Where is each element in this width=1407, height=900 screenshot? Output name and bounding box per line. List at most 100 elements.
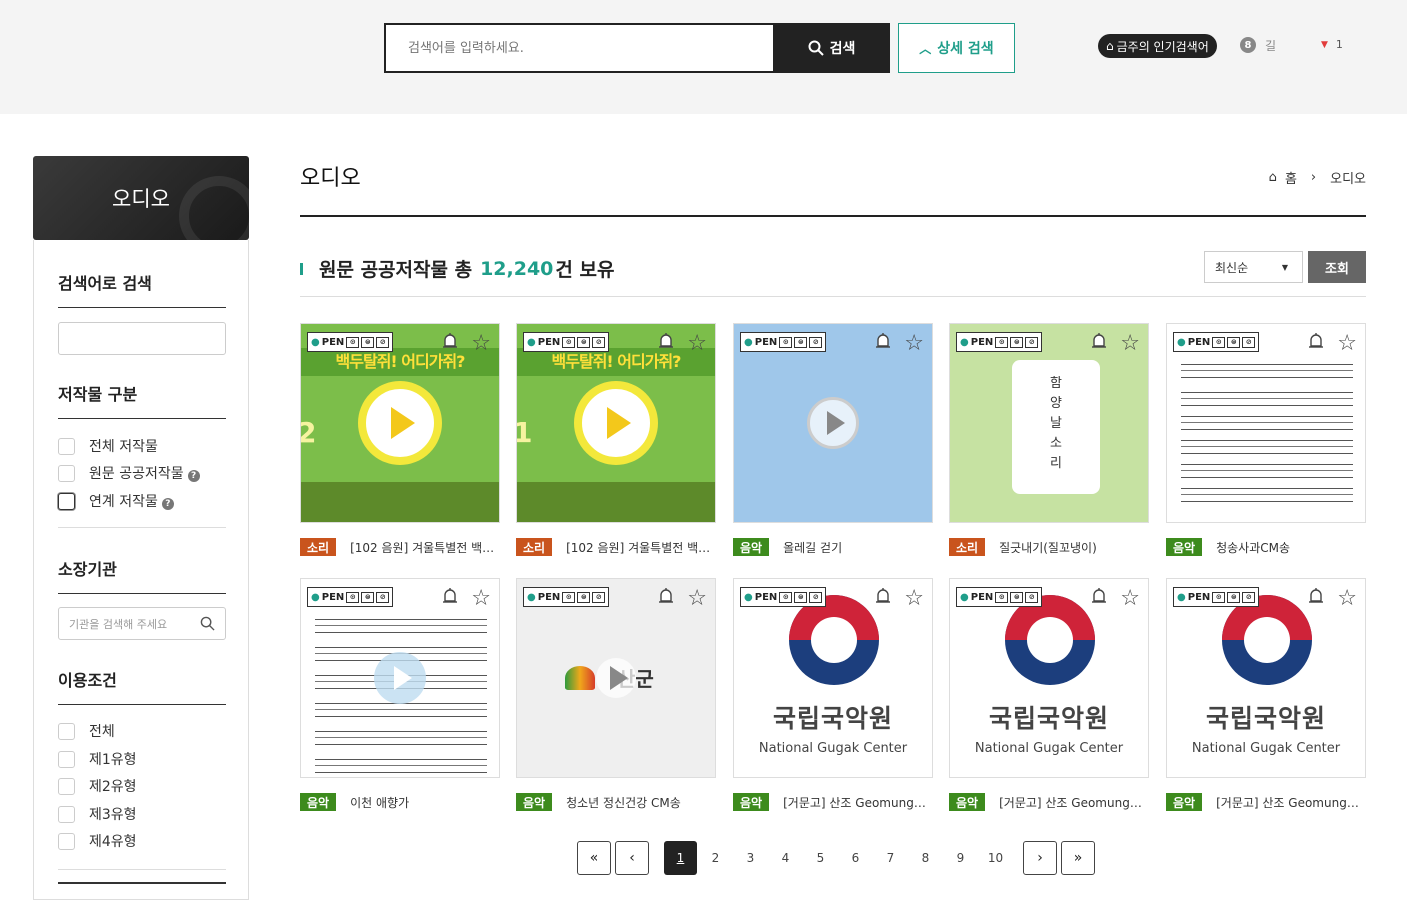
bell-icon[interactable] bbox=[874, 332, 892, 356]
bell-icon[interactable] bbox=[657, 587, 675, 611]
work-type-original[interactable]: 원문 공공저작물? bbox=[58, 463, 200, 483]
bell-icon[interactable] bbox=[1307, 587, 1325, 611]
checkbox[interactable] bbox=[58, 492, 75, 510]
card-title[interactable]: [거문고] 산조 Geomungo Sanjo bbox=[999, 794, 1149, 811]
usage-type3[interactable]: 제3유형 bbox=[58, 804, 137, 824]
thumbnail[interactable]: 국립국악원 National Gugak Center ● PEN ⊙ ⊜ ⊘ ☆ bbox=[1166, 578, 1366, 778]
checkbox[interactable] bbox=[58, 777, 75, 795]
star-icon[interactable]: ☆ bbox=[904, 331, 924, 356]
star-icon[interactable]: ☆ bbox=[1337, 331, 1357, 356]
bell-icon[interactable] bbox=[874, 587, 892, 611]
home-icon[interactable]: ⌂ bbox=[1269, 170, 1277, 185]
work-type-linked[interactable]: 연계 저작물? bbox=[58, 491, 174, 511]
audio-card[interactable]: 국립국악원 National Gugak Center ● PEN ⊙ ⊜ ⊘ ☆ 음악… bbox=[949, 578, 1149, 811]
usage-all[interactable]: 전체 bbox=[58, 721, 115, 741]
checkbox[interactable] bbox=[58, 832, 75, 850]
last-page-button[interactable]: » bbox=[1061, 841, 1095, 875]
usage-type2[interactable]: 제2유형 bbox=[58, 776, 137, 796]
usage-type4[interactable]: 제4유형 bbox=[58, 831, 137, 851]
checkbox[interactable] bbox=[58, 750, 75, 768]
next-page-button[interactable]: › bbox=[1023, 841, 1057, 875]
card-title[interactable]: 올레길 걷기 bbox=[783, 539, 933, 556]
thumbnail[interactable]: ● PEN ⊙ ⊜ ⊘ ☆ bbox=[733, 323, 933, 523]
checkbox[interactable] bbox=[58, 722, 75, 740]
bell-icon[interactable] bbox=[441, 332, 459, 356]
first-page-button[interactable]: « bbox=[577, 841, 611, 875]
card-title[interactable]: 청소년 정신건강 CM송 bbox=[566, 794, 716, 811]
page-4[interactable]: 4 bbox=[768, 851, 803, 865]
play-icon[interactable] bbox=[358, 381, 442, 465]
thumbnail[interactable]: 국립국악원 National Gugak Center ● PEN ⊙ ⊜ ⊘ ☆ bbox=[733, 578, 933, 778]
card-title[interactable]: [거문고] 산조 Geomungo Sanjo bbox=[1216, 794, 1366, 811]
audio-card[interactable]: 국립국악원 National Gugak Center ● PEN ⊙ ⊜ ⊘ ☆ 음악… bbox=[733, 578, 933, 811]
prev-page-button[interactable]: ‹ bbox=[615, 841, 649, 875]
thumbnail[interactable]: 국립국악원 National Gugak Center ● PEN ⊙ ⊜ ⊘ ☆ bbox=[949, 578, 1149, 778]
checkbox[interactable] bbox=[58, 464, 75, 482]
search-input[interactable] bbox=[386, 25, 774, 71]
page-8[interactable]: 8 bbox=[908, 851, 943, 865]
search-button[interactable]: 검색 bbox=[773, 23, 890, 73]
play-icon[interactable] bbox=[374, 652, 426, 704]
audio-card[interactable]: 국립국악원 National Gugak Center ● PEN ⊙ ⊜ ⊘ ☆ 음악… bbox=[1166, 578, 1366, 811]
star-icon[interactable]: ☆ bbox=[687, 331, 707, 356]
thumbnail[interactable]: ● PEN ⊙ ⊜ ⊘ ☆ bbox=[300, 578, 500, 778]
page-3[interactable]: 3 bbox=[733, 851, 768, 865]
help-icon[interactable]: ? bbox=[187, 470, 200, 482]
search-icon[interactable] bbox=[200, 616, 215, 631]
thumbnail[interactable]: 산군 ●PEN ⊙⊜⊘☆ bbox=[516, 578, 716, 778]
thumbnail[interactable]: ● PEN ⊙ ⊜ ⊘ ☆ bbox=[1166, 323, 1366, 523]
bell-icon[interactable] bbox=[657, 332, 675, 356]
card-title[interactable]: [102 음원] 겨울특별전 백두탈쥐! 어디가쥐? 왈쥐 bbox=[566, 539, 716, 556]
card-title[interactable]: 청송사과CM송 bbox=[1216, 539, 1366, 556]
audio-card[interactable]: 백두탈쥐! 어디가쥐? 1 ●PEN ⊙⊜⊘ ☆ 소리 [102 음원] 겨울특별전… bbox=[516, 323, 716, 556]
page-9[interactable]: 9 bbox=[943, 851, 978, 865]
audio-card[interactable]: 산군 ●PEN ⊙⊜⊘☆ 음악청소년 정신건강 CM송 bbox=[516, 578, 716, 811]
card-title[interactable]: 이천 애향가 bbox=[350, 794, 500, 811]
audio-card[interactable]: ● PEN ⊙ ⊜ ⊘ ☆ 음악 이천 애향가 bbox=[300, 578, 500, 811]
thumbnail[interactable]: 함 양 날 소 리 ● PEN ⊙ ⊜ ⊘ ☆ bbox=[949, 323, 1149, 523]
bell-icon[interactable] bbox=[1090, 332, 1108, 356]
work-type-all[interactable]: 전체 저작물 bbox=[58, 436, 158, 456]
thumbnail[interactable]: 백두탈쥐! 어디가쥐? 1 ●PEN ⊙⊜⊘ ☆ bbox=[516, 323, 716, 523]
bell-icon[interactable] bbox=[441, 587, 459, 611]
page-2[interactable]: 2 bbox=[698, 851, 733, 865]
help-icon[interactable]: ? bbox=[161, 498, 174, 510]
audio-card[interactable]: ● PEN ⊙ ⊜ ⊘ ☆ 음악 청송사과CM송 bbox=[1166, 323, 1366, 556]
checkbox[interactable] bbox=[58, 437, 75, 455]
page-10[interactable]: 10 bbox=[978, 851, 1013, 865]
card-title[interactable]: [102 음원] 겨울특별전 백두탈쥐! 어디가쥐? 서쥐 bbox=[350, 539, 500, 556]
star-icon[interactable]: ☆ bbox=[687, 586, 707, 611]
star-icon[interactable]: ☆ bbox=[471, 586, 491, 611]
sort-select[interactable]: 최신순 ▼ bbox=[1204, 251, 1303, 283]
org-search-input[interactable]: 기관을 검색해 주세요 bbox=[58, 607, 226, 640]
keyword-filter-input[interactable] bbox=[58, 322, 226, 355]
card-title[interactable]: 질긋내기(질꼬냉이) bbox=[999, 539, 1149, 556]
page-5[interactable]: 5 bbox=[803, 851, 838, 865]
breadcrumb-home[interactable]: 홈 bbox=[1285, 168, 1297, 187]
page-1[interactable]: 1 bbox=[664, 841, 697, 875]
thumbnail[interactable]: 백두탈쥐! 어디가쥐? 2 ●PEN ⊙⊜⊘ ☆ bbox=[300, 323, 500, 523]
audio-card[interactable]: 백두탈쥐! 어디가쥐? 2 ●PEN ⊙⊜⊘ ☆ 소리 [102 음원] 겨울특별전… bbox=[300, 323, 500, 556]
page-7[interactable]: 7 bbox=[873, 851, 908, 865]
star-icon[interactable]: ☆ bbox=[1120, 586, 1140, 611]
checkbox[interactable] bbox=[58, 805, 75, 823]
page-6[interactable]: 6 bbox=[838, 851, 873, 865]
advanced-search-button[interactable]: ︿ 상세 검색 bbox=[898, 23, 1015, 73]
card-title[interactable]: [거문고] 산조 Geomungo Sanjo bbox=[783, 794, 933, 811]
audio-card[interactable]: ● PEN ⊙ ⊜ ⊘ ☆ 음악 올레길 걷기 bbox=[733, 323, 933, 556]
view-button[interactable]: 조회 bbox=[1308, 251, 1366, 283]
bell-icon[interactable] bbox=[1090, 587, 1108, 611]
usage-type1[interactable]: 제1유형 bbox=[58, 749, 137, 769]
popular-keyword-link[interactable]: 길 bbox=[1265, 37, 1276, 54]
star-icon[interactable]: ☆ bbox=[1120, 331, 1140, 356]
bell-icon[interactable] bbox=[1307, 332, 1325, 356]
star-icon[interactable]: ☆ bbox=[904, 586, 924, 611]
audio-card[interactable]: 함 양 날 소 리 ● PEN ⊙ ⊜ ⊘ ☆ 소리 질긋내기(질꼬냉이) bbox=[949, 323, 1149, 556]
play-icon[interactable] bbox=[596, 658, 636, 698]
star-icon[interactable]: ☆ bbox=[471, 331, 491, 356]
star-icon[interactable]: ☆ bbox=[1337, 586, 1357, 611]
play-icon[interactable] bbox=[574, 381, 658, 465]
play-icon[interactable] bbox=[807, 397, 859, 449]
music-staff bbox=[315, 619, 487, 633]
org-name-ko: 국립국악원 bbox=[772, 704, 893, 733]
